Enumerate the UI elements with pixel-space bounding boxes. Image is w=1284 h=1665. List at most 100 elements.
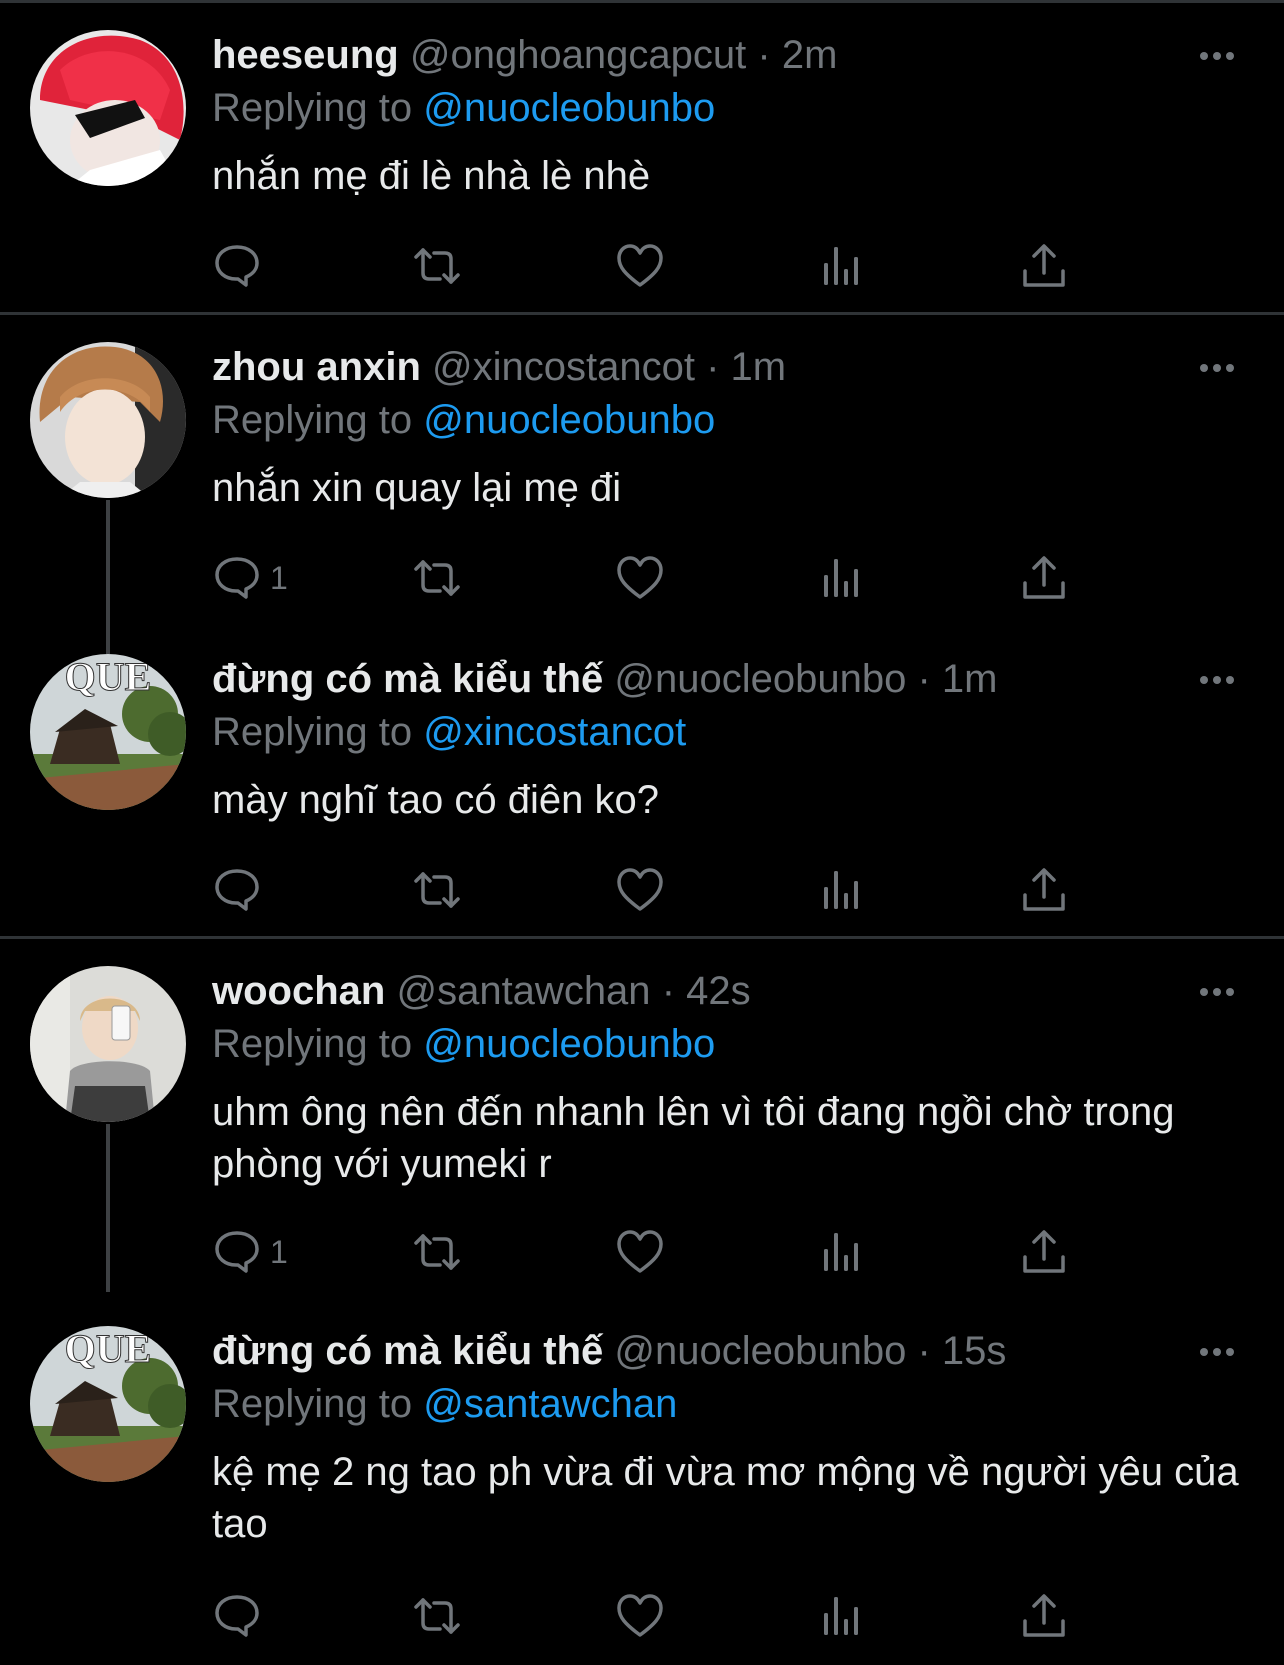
tweet-text: mày nghĩ tao có điên ko? <box>212 778 659 822</box>
more-options-icon[interactable] <box>1200 46 1244 66</box>
display-name[interactable]: heeseung <box>212 33 399 77</box>
like-icon <box>617 868 663 911</box>
timestamp[interactable]: 2m <box>782 33 838 77</box>
views-button[interactable] <box>818 1222 868 1282</box>
replying-to-mention[interactable]: @xincostancot <box>423 710 686 754</box>
share-button[interactable] <box>1019 1586 1069 1646</box>
avatar-label: QUE <box>65 1326 152 1371</box>
timestamp[interactable]: 1m <box>731 345 787 389</box>
retweet-button[interactable] <box>412 1586 462 1646</box>
replying-to-mention[interactable]: @nuocleobunbo <box>423 1022 715 1066</box>
tweet[interactable]: QUE đừng có mà kiểu thế @nuocleobunbo · … <box>0 624 1284 936</box>
action-bar <box>212 860 1112 920</box>
tweet-header: đừng có mà kiểu thế @nuocleobunbo · 15s <box>212 1326 1006 1376</box>
tweet[interactable]: heeseung @onghoangcapcut · 2m Replying t… <box>0 0 1284 312</box>
timestamp[interactable]: 15s <box>942 1329 1007 1373</box>
more-options-icon[interactable] <box>1200 1342 1244 1362</box>
display-name[interactable]: đừng có mà kiểu thế <box>212 657 603 701</box>
avatar[interactable]: QUE <box>30 654 186 810</box>
share-button[interactable] <box>1019 860 1069 920</box>
like-button[interactable] <box>615 236 665 296</box>
retweet-icon <box>414 872 460 908</box>
avatar[interactable] <box>30 966 186 1122</box>
replying-to: Replying to @santawchan <box>212 1379 677 1429</box>
avatar-label: QUE <box>65 654 152 699</box>
retweet-icon <box>414 1234 460 1270</box>
display-name[interactable]: zhou anxin <box>212 345 421 389</box>
views-icon <box>824 559 858 597</box>
action-bar: 1 <box>212 548 1112 608</box>
user-handle[interactable]: @nuocleobunbo <box>614 657 906 701</box>
avatar[interactable] <box>30 30 186 186</box>
reply-button[interactable]: 1 <box>212 548 288 608</box>
action-bar: 1 <box>212 1222 1112 1282</box>
replying-to: Replying to @nuocleobunbo <box>212 1019 715 1069</box>
tweet[interactable]: zhou anxin @xincostancot · 1m Replying t… <box>0 312 1284 624</box>
reply-icon <box>215 245 259 287</box>
like-button[interactable] <box>615 860 665 920</box>
replying-to-label: Replying to <box>212 1382 413 1426</box>
action-bar <box>212 1586 1112 1646</box>
views-icon <box>824 1233 858 1271</box>
user-handle[interactable]: @xincostancot <box>432 345 695 389</box>
avatar[interactable]: QUE <box>30 1326 186 1482</box>
reply-count: 1 <box>270 559 288 596</box>
separator-dot: · <box>661 969 676 1013</box>
user-handle[interactable]: @nuocleobunbo <box>614 1329 906 1373</box>
share-button[interactable] <box>1019 1222 1069 1282</box>
views-button[interactable] <box>818 236 868 296</box>
views-icon <box>824 247 858 285</box>
like-icon <box>617 244 663 287</box>
retweet-icon <box>414 1598 460 1634</box>
tweet[interactable]: QUE đừng có mà kiểu thế @nuocleobunbo · … <box>0 1296 1284 1665</box>
replying-to-mention[interactable]: @nuocleobunbo <box>423 86 715 130</box>
views-button[interactable] <box>818 1586 868 1646</box>
retweet-button[interactable] <box>412 236 462 296</box>
more-options-icon[interactable] <box>1200 358 1244 378</box>
share-icon <box>1023 556 1065 599</box>
retweet-button[interactable] <box>412 1222 462 1282</box>
tweet-text: nhắn mẹ đi lè nhà lè nhè <box>212 154 651 198</box>
like-icon <box>617 1230 663 1273</box>
more-options-icon[interactable] <box>1200 670 1244 690</box>
display-name[interactable]: woochan <box>212 969 385 1013</box>
timestamp[interactable]: 42s <box>686 969 751 1013</box>
tweet[interactable]: woochan @santawchan · 42s Replying to @n… <box>0 936 1284 1296</box>
views-button[interactable] <box>818 548 868 608</box>
replying-to-mention[interactable]: @nuocleobunbo <box>423 398 715 442</box>
user-handle[interactable]: @onghoangcapcut <box>410 33 746 77</box>
tweet-header: woochan @santawchan · 42s <box>212 966 751 1016</box>
action-bar <box>212 236 1112 296</box>
like-icon <box>617 556 663 599</box>
reply-button[interactable] <box>212 236 270 296</box>
like-button[interactable] <box>615 548 665 608</box>
share-icon <box>1023 1594 1065 1637</box>
reply-count: 1 <box>270 1233 288 1270</box>
reply-button[interactable] <box>212 1586 270 1646</box>
retweet-icon <box>414 248 460 284</box>
reply-button[interactable] <box>212 860 270 920</box>
replying-to-label: Replying to <box>212 398 413 442</box>
replying-to-label: Replying to <box>212 86 413 130</box>
timestamp[interactable]: 1m <box>942 657 998 701</box>
tweet-text: uhm ông nên đến nhanh lên vì tôi đang ng… <box>212 1090 1175 1186</box>
user-handle[interactable]: @santawchan <box>396 969 650 1013</box>
share-button[interactable] <box>1019 548 1069 608</box>
like-button[interactable] <box>615 1222 665 1282</box>
retweet-button[interactable] <box>412 548 462 608</box>
replying-to: Replying to @nuocleobunbo <box>212 83 715 133</box>
more-options-icon[interactable] <box>1200 982 1244 1002</box>
share-icon <box>1023 1230 1065 1273</box>
retweet-button[interactable] <box>412 860 462 920</box>
like-button[interactable] <box>615 1586 665 1646</box>
reply-button[interactable]: 1 <box>212 1222 288 1282</box>
tweet-header: đừng có mà kiểu thế @nuocleobunbo · 1m <box>212 654 997 704</box>
views-icon <box>824 1597 858 1635</box>
avatar[interactable] <box>30 342 186 498</box>
replying-to: Replying to @nuocleobunbo <box>212 395 715 445</box>
share-button[interactable] <box>1019 236 1069 296</box>
replying-to-mention[interactable]: @santawchan <box>423 1382 677 1426</box>
display-name[interactable]: đừng có mà kiểu thế <box>212 1329 603 1373</box>
views-button[interactable] <box>818 860 868 920</box>
separator-dot: · <box>757 33 771 77</box>
